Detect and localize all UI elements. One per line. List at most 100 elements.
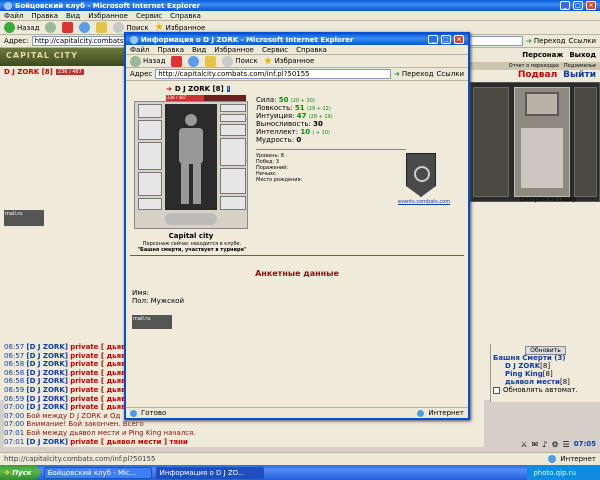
main-menu-item[interactable]: Вид xyxy=(66,12,80,20)
chat-nick[interactable]: [D J ZORK] xyxy=(26,352,68,360)
popup-go-button[interactable]: ➜ Переход xyxy=(394,70,433,78)
dungeon-map-panel xyxy=(468,82,600,202)
stat-row: Ловкость: 51 (29 + 22) xyxy=(256,104,396,112)
exit-location-link[interactable]: Выйти xyxy=(563,70,596,82)
room-player-level: [8] xyxy=(542,370,553,378)
chat-nick[interactable]: [D J ZORK] xyxy=(26,369,68,377)
stat-label: Интеллект: xyxy=(256,128,299,136)
main-menu-item[interactable]: Правка xyxy=(31,12,58,20)
maximize-button[interactable]: □ xyxy=(573,1,583,10)
home-button[interactable] xyxy=(96,22,108,33)
forward-button[interactable] xyxy=(45,22,57,33)
stop-button[interactable] xyxy=(62,22,74,33)
ring-slot-2[interactable] xyxy=(220,114,246,122)
boots-slot[interactable] xyxy=(220,196,246,210)
char-arrow-icon: ➜ xyxy=(166,85,172,93)
chat-nick[interactable]: [D J ZORK] xyxy=(26,438,68,446)
popup-menu-item[interactable]: Избранное xyxy=(214,46,254,54)
popup-close-button[interactable]: × xyxy=(454,35,464,44)
internet-zone-icon xyxy=(548,455,557,463)
shield-slot[interactable] xyxy=(220,138,246,166)
popup-menu-item[interactable]: Правка xyxy=(157,46,184,54)
room-player-name[interactable]: Ping King xyxy=(505,370,543,378)
room-player-name[interactable]: D J ZORK xyxy=(505,362,540,370)
popup-maximize-button[interactable]: □ xyxy=(441,35,451,44)
nav-report[interactable]: Отчет о переходах xyxy=(509,63,559,69)
popup-address-input[interactable]: http://capitalcity.combats.com/inf.pl?50… xyxy=(155,69,392,79)
room-panel: Обновить Башня Смерти (3) D J ZORK[8] Pin… xyxy=(490,344,600,402)
chat-nick[interactable]: [D J ZORK] xyxy=(26,403,68,411)
chat-nick[interactable]: [D J ZORK] xyxy=(26,395,68,403)
ie-icon xyxy=(4,1,12,10)
minimize-button[interactable]: _ xyxy=(560,1,570,10)
clan-link[interactable]: events.combats.com xyxy=(396,199,452,205)
tool-icon-5[interactable]: ☰ xyxy=(563,440,570,449)
chat-time: 06:58 xyxy=(4,368,25,377)
status-url: http://capitalcity.combats.com/inf.pl?50… xyxy=(4,455,156,463)
search-icon xyxy=(113,22,125,33)
tool-icon-1[interactable]: ⚔ xyxy=(520,440,527,449)
legs-slot[interactable] xyxy=(220,168,246,194)
top-player-name[interactable]: D J ZORK [8] xyxy=(4,68,53,76)
armor-slot[interactable] xyxy=(138,172,162,196)
popup-minimize-button[interactable]: _ xyxy=(428,35,438,44)
popup-status-zone: Интернет xyxy=(428,409,464,417)
room-player[interactable]: D J ZORK[8] xyxy=(505,362,600,370)
popup-menu-item[interactable]: Вид xyxy=(192,46,206,54)
nav-personazh[interactable]: Персонаж xyxy=(522,51,563,59)
taskbar-item-popup[interactable]: Информация о D J ZO... xyxy=(155,466,264,479)
go-button[interactable]: ➜ Переход xyxy=(526,37,565,45)
anketa-title: Анкетные данные xyxy=(255,269,339,278)
main-menu-item[interactable]: Сервис xyxy=(136,12,162,20)
stat-row: Мудрость: 0 xyxy=(256,136,396,144)
gloves-slot[interactable] xyxy=(220,124,246,136)
main-menu-item[interactable]: Избранное xyxy=(88,12,128,20)
main-menu-item[interactable]: Файл xyxy=(4,12,23,20)
stat-value: 10 xyxy=(300,128,311,136)
popup-content: ➜ D J ZORK [8] i 236 / 487 Capital city … xyxy=(126,81,468,407)
tool-icon-4[interactable]: ⚙ xyxy=(551,440,558,449)
chat-nick[interactable]: [D J ZORK] xyxy=(26,343,68,351)
main-menu-item[interactable]: Справка xyxy=(170,12,201,20)
popup-back-button[interactable]: Назад xyxy=(130,55,165,67)
helmet-slot[interactable] xyxy=(138,104,162,118)
popup-favorites-button[interactable]: ★ Избранное xyxy=(264,56,315,67)
room-player[interactable]: Ping King[8] xyxy=(505,370,600,378)
popup-menu-item[interactable]: Файл xyxy=(130,46,149,54)
popup-stop-icon xyxy=(171,55,183,67)
popup-search-button[interactable]: Поиск xyxy=(222,55,258,67)
close-button[interactable]: × xyxy=(586,1,596,10)
popup-links-button[interactable]: Ссылки xyxy=(436,70,464,78)
chat-nick[interactable]: [D J ZORK] xyxy=(26,377,68,385)
room-player-name[interactable]: дьявол мести xyxy=(505,378,560,386)
popup-refresh-button[interactable] xyxy=(188,55,200,67)
location-text-2: "Башня смерти, участвует в турнире" xyxy=(137,247,247,253)
earring-slot[interactable] xyxy=(138,120,162,140)
popup-stop-button[interactable] xyxy=(171,55,183,67)
go-arrow-icon: ➜ xyxy=(526,37,532,45)
auto-refresh-checkbox[interactable] xyxy=(493,386,500,394)
nav-dungeon[interactable]: Подземелье xyxy=(564,63,596,69)
info-icon[interactable]: i xyxy=(226,86,231,92)
chat-nick[interactable]: [D J ZORK] xyxy=(26,360,68,368)
nav-exit[interactable]: Выход xyxy=(569,51,596,59)
popup-menu-item[interactable]: Справка xyxy=(296,46,327,54)
room-player[interactable]: дьявол мести[8] xyxy=(505,378,600,386)
weapon-slot[interactable] xyxy=(138,142,162,170)
belt-slot[interactable] xyxy=(138,198,162,210)
refresh-button[interactable] xyxy=(79,22,91,33)
popup-home-button[interactable] xyxy=(205,55,217,67)
ring-slot-1[interactable] xyxy=(220,104,246,112)
back-button[interactable]: Назад xyxy=(4,22,39,33)
popup-menu-item[interactable]: Сервис xyxy=(262,46,288,54)
tool-icon-2[interactable]: ✉ xyxy=(532,440,539,449)
links-button[interactable]: Ссылки xyxy=(568,37,596,45)
popup-star-icon: ★ xyxy=(263,55,273,67)
dungeon-view[interactable] xyxy=(514,87,570,197)
tool-icon-3[interactable]: ♪ xyxy=(542,440,547,449)
start-button[interactable]: ❖ Пуск xyxy=(0,465,40,480)
chat-time: 06:57 xyxy=(4,351,25,360)
chat-nick[interactable]: [D J ZORK] xyxy=(26,386,68,394)
silhouette-body xyxy=(179,128,203,164)
taskbar-item-main[interactable]: Бойцовский клуб - Mic... xyxy=(43,466,152,479)
